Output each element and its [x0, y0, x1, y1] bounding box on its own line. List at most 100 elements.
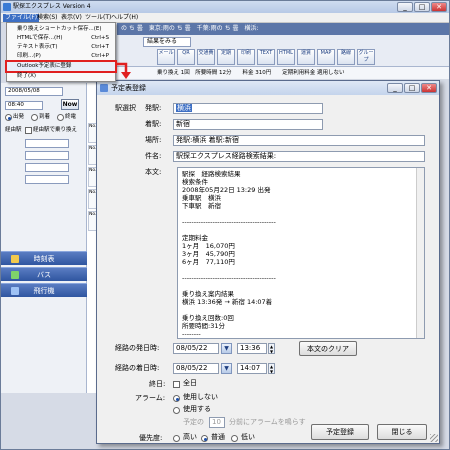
nav-bus-label: バス: [37, 271, 51, 279]
now-button[interactable]: Now: [61, 99, 79, 110]
print-button[interactable]: 印刷: [237, 49, 255, 65]
menu-help[interactable]: ヘルプ(H): [109, 14, 140, 22]
priority-high-label: 高い: [183, 433, 197, 441]
arrive-time-stepper[interactable]: ▲ ▼: [268, 363, 275, 374]
body-line: 乗り換え回数:0回: [182, 314, 234, 322]
allday-checkbox[interactable]: [173, 381, 180, 388]
route-button[interactable]: 路線: [337, 49, 355, 65]
nav-timetable-label: 時刻表: [33, 255, 55, 263]
arrive-time-field[interactable]: 14:07: [237, 363, 267, 374]
arrive-date-field[interactable]: 08/05/22: [173, 363, 219, 374]
minimize-button[interactable]: _: [397, 2, 413, 12]
to-label: 着駅:: [145, 120, 162, 128]
to-station-field[interactable]: 新宿▼: [173, 119, 323, 130]
body-line: 2008年05月22日 13:29 出発: [182, 186, 271, 194]
priority-low-radio[interactable]: [231, 435, 238, 442]
depart-datetime-label: 経路の発日時:: [115, 344, 160, 352]
nav-timetable[interactable]: 時刻表: [1, 251, 87, 265]
dialog-close-button[interactable]: 閉じる: [377, 424, 427, 440]
transit-field-4[interactable]: [25, 175, 69, 184]
priority-normal-radio[interactable]: [201, 435, 208, 442]
station-select-label: 駅選択: [115, 104, 136, 112]
dialog-icon: [100, 84, 108, 92]
route-summary-text: 乗り換え 1回 所要時間 12分 料金 310円 定期利用料金 適用しない: [157, 70, 345, 76]
group-button[interactable]: グループ: [357, 49, 375, 65]
menu-item-text-view[interactable]: テキスト表示(T) Ctrl+T: [7, 43, 115, 52]
menu-item-outlook-register[interactable]: Outlook予定表に登録: [5, 60, 117, 73]
close-button[interactable]: ✕: [431, 2, 447, 12]
depart-radio[interactable]: [5, 114, 12, 121]
alarm-minutes-field[interactable]: 10: [209, 417, 225, 428]
weather-bar: の ち 曇 東京:雨の ち 曇 千葉:雨の ち 曇 横浜:: [117, 23, 449, 35]
dialog-minimize-button[interactable]: _: [387, 83, 403, 93]
nav-bus[interactable]: バス: [1, 267, 87, 281]
weather-text: の ち 曇 東京:雨の ち 曇 千葉:雨の ち 曇 横浜:: [121, 25, 259, 32]
depart-date-field[interactable]: 08/05/22: [173, 343, 219, 354]
html-button[interactable]: HTML: [277, 49, 295, 65]
menu-item-exit[interactable]: 終了(X): [7, 72, 115, 81]
last-train-radio[interactable]: [57, 114, 64, 121]
menu-item-label: 乗り換えショートカット保存...(E): [17, 26, 102, 32]
resize-grip[interactable]: [430, 434, 438, 442]
menu-search[interactable]: 検索(S): [35, 14, 60, 22]
body-textarea[interactable]: 駅探 経路検索結果 検索条件 2008年05月22日 13:29 出発 乗車駅 …: [177, 167, 425, 339]
menu-file[interactable]: ファイル(F): [3, 14, 40, 22]
transit-field-2[interactable]: [25, 151, 69, 160]
transit-field-1[interactable]: [25, 139, 69, 148]
dialog-maximize-button[interactable]: □: [404, 83, 420, 93]
body-line: [182, 306, 420, 314]
from-station-field[interactable]: 横浜▼: [173, 103, 323, 114]
route-summary: 乗り換え 1回 所要時間 12分 料金 310円 定期利用料金 適用しない: [117, 67, 449, 79]
date-field[interactable]: 2008/05/08: [5, 87, 63, 96]
map-button[interactable]: MAP: [317, 49, 335, 65]
body-line: 駅探 経路検索結果: [182, 170, 241, 178]
priority-low-label: 低い: [241, 433, 255, 441]
qr-button[interactable]: QR: [177, 49, 195, 65]
priority-high-radio[interactable]: [173, 435, 180, 442]
time-field[interactable]: 08:40: [5, 101, 43, 110]
menu-item-save-shortcut[interactable]: 乗り換えショートカット保存...(E): [7, 25, 115, 34]
transit-checkbox[interactable]: [25, 127, 32, 134]
menu-item-save-html[interactable]: HTMLで保存...(H) Ctrl+S: [7, 34, 115, 43]
mail-button[interactable]: メール: [157, 49, 175, 65]
priority-label: 優先度:: [139, 434, 163, 442]
fare-table-button[interactable]: 運賃: [297, 49, 315, 65]
depart-time-stepper[interactable]: ▲ ▼: [268, 343, 275, 354]
menu-item-print[interactable]: 印刷...(P) Ctrl+P: [7, 52, 115, 61]
chevron-down-icon[interactable]: ▼: [221, 363, 232, 374]
dialog-title-bar: 予定表登録 _ □ ✕: [97, 81, 439, 95]
transit-field-3[interactable]: [25, 163, 69, 172]
subject-field[interactable]: 駅探エクスプレス経路検索結果:: [173, 151, 425, 162]
bus-icon: [11, 271, 19, 279]
transit-label: 経由駅: [5, 127, 22, 133]
arrive-radio[interactable]: [31, 114, 38, 121]
body-line: ----------------------------------------: [182, 274, 276, 282]
allday-label: 終日:: [149, 380, 166, 388]
menu-item-label: 印刷...(P): [17, 53, 41, 59]
menu-item-shortcut: Ctrl+P: [91, 53, 109, 59]
alarm-off-radio[interactable]: [173, 395, 180, 402]
chevron-down-icon[interactable]: ▼: [221, 343, 232, 354]
clear-body-button[interactable]: 本文のクリア: [299, 341, 357, 356]
body-line: 定期料金: [182, 234, 208, 242]
fare-button[interactable]: 交通費: [197, 49, 215, 65]
maximize-button[interactable]: □: [414, 2, 430, 12]
alarm-on-radio[interactable]: [173, 407, 180, 414]
menu-view[interactable]: 表示(V): [59, 14, 84, 22]
place-label: 場所:: [145, 136, 162, 144]
register-schedule-button[interactable]: 予定登録: [311, 424, 369, 440]
dialog-close-icon[interactable]: ✕: [421, 83, 437, 93]
depart-time-field[interactable]: 13:36: [237, 343, 267, 354]
alarm-pre-label: 予定の: [183, 418, 204, 426]
body-scrollbar[interactable]: [416, 168, 424, 338]
text-button[interactable]: TEXT: [257, 49, 275, 65]
place-field[interactable]: 発駅:横浜 着駅:新宿: [173, 135, 425, 146]
last-train-label: 終電: [65, 114, 77, 120]
body-label: 本文:: [145, 168, 162, 176]
pass-button[interactable]: 定期: [217, 49, 235, 65]
tab-results[interactable]: 結果をみる: [143, 37, 191, 47]
to-station-value: 新宿: [176, 120, 190, 128]
nav-airplane[interactable]: 飛行機: [1, 283, 87, 297]
airplane-icon: [11, 287, 19, 295]
menu-item-label: テキスト表示(T): [17, 44, 58, 50]
